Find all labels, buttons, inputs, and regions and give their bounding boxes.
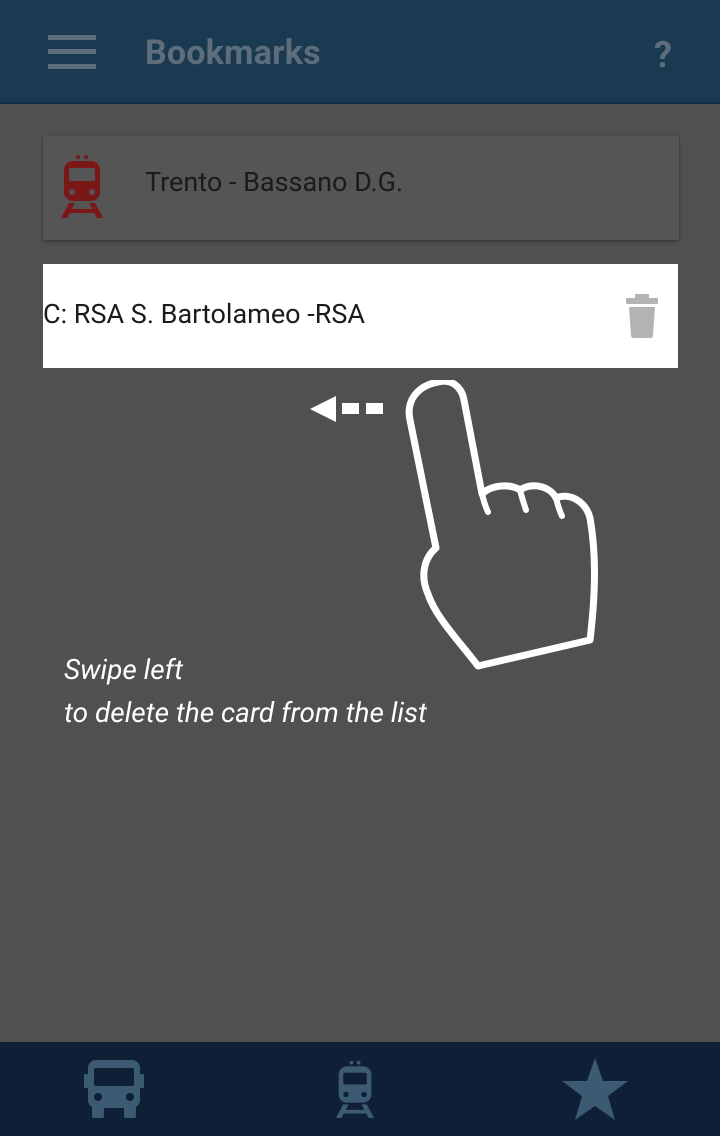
nav-train-button[interactable]: [295, 1042, 415, 1136]
menu-icon: [48, 35, 96, 69]
star-icon: [562, 1058, 628, 1120]
tutorial-hint: Swipe left to delete the card from the l…: [64, 648, 427, 734]
menu-button[interactable]: [36, 22, 108, 82]
bookmark-label: C: RSA S. Bartolameo -RSA: [43, 298, 366, 330]
help-button[interactable]: ?: [636, 30, 690, 80]
trash-icon[interactable]: [624, 294, 660, 338]
tutorial-hint-line2: to delete the card from the list: [64, 696, 427, 729]
page-title: Bookmarks: [145, 33, 321, 73]
app-bar: Bookmarks ?: [0, 0, 720, 104]
nav-favorites-button[interactable]: [535, 1042, 655, 1136]
bus-icon: [84, 1060, 144, 1118]
bookmark-label: Trento - Bassano D.G.: [145, 166, 404, 198]
tutorial-hint-line1: Swipe left: [64, 653, 184, 686]
bookmark-card-highlighted[interactable]: C: RSA S. Bartolameo -RSA: [43, 264, 678, 368]
bookmark-card[interactable]: Trento - Bassano D.G.: [43, 136, 679, 240]
pointing-hand-icon: [405, 380, 598, 670]
left-arrow-icon: [310, 396, 383, 422]
train-icon: [335, 1060, 375, 1118]
bottom-navigation: [0, 1042, 720, 1136]
train-icon: [61, 155, 103, 218]
nav-bus-button[interactable]: [54, 1042, 174, 1136]
